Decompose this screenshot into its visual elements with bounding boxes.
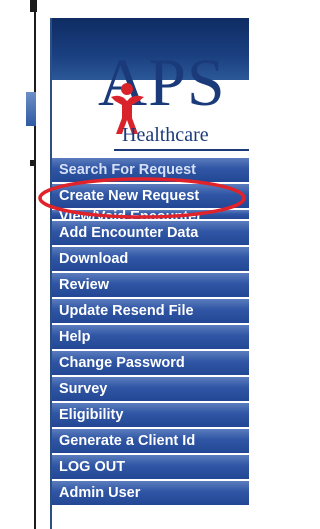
menu-item-add-encounter-data[interactable]: Add Encounter Data (52, 221, 249, 245)
menu-item-generate-client-id[interactable]: Generate a Client Id (52, 429, 249, 453)
menu-item-change-password[interactable]: Change Password (52, 351, 249, 375)
menu-item-help[interactable]: Help (52, 325, 249, 349)
menu-item-update-resend-file[interactable]: Update Resend File (52, 299, 249, 323)
menu-item-view-void-encounter[interactable]: View/Void Encounter (52, 210, 249, 219)
nav-menu: Search For Request Create New Request Vi… (52, 158, 249, 507)
logo-tagline: Healthcare (122, 124, 209, 146)
menu-item-log-out[interactable]: LOG OUT (52, 455, 249, 479)
menu-item-search-for-request[interactable]: Search For Request (52, 158, 249, 182)
menu-item-survey[interactable]: Survey (52, 377, 249, 401)
window-stub-top (30, 0, 37, 12)
window-edge (34, 0, 36, 529)
window-stub-left (26, 92, 36, 126)
aps-healthcare-logo: APS Healthcare (52, 18, 249, 153)
menu-item-create-new-request[interactable]: Create New Request (52, 184, 249, 208)
logo-underline (114, 149, 249, 151)
menu-item-review[interactable]: Review (52, 273, 249, 297)
menu-item-download[interactable]: Download (52, 247, 249, 271)
menu-item-eligibility[interactable]: Eligibility (52, 403, 249, 427)
window-stub-tick (30, 160, 36, 166)
menu-item-admin-user[interactable]: Admin User (52, 481, 249, 505)
